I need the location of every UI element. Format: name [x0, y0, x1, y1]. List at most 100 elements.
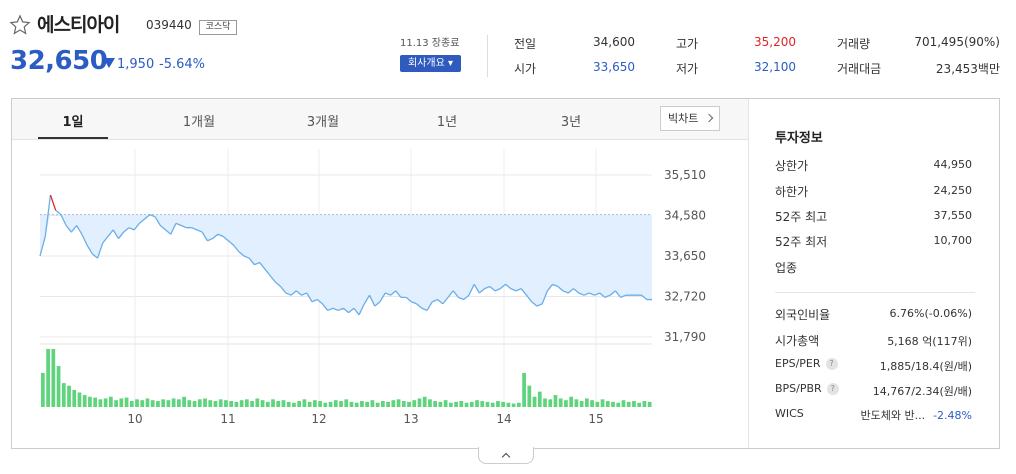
- volume-bar: [490, 402, 495, 407]
- x-tick-label: 15: [588, 412, 603, 426]
- bigchart-label: 빅차트: [668, 112, 699, 125]
- info-value-market-cap: 5,168 억(117위): [887, 335, 972, 348]
- volume-bar: [171, 398, 176, 407]
- volume-bar: [46, 349, 50, 407]
- volume-bar: [532, 396, 537, 407]
- volume-bar: [454, 401, 458, 407]
- volume-bar: [412, 400, 417, 407]
- quote-label-prev-close: 전일: [514, 37, 537, 51]
- volume-bar: [323, 402, 328, 407]
- stock-code: 039440: [146, 18, 192, 32]
- volume-bar: [469, 401, 474, 407]
- volume-bar: [396, 399, 401, 407]
- y-tick-label: 34,580: [664, 209, 706, 223]
- tab-1month[interactable]: 1개월: [159, 111, 239, 130]
- volume-bar: [208, 400, 213, 407]
- volume-bar: [56, 366, 61, 407]
- volume-bar: [428, 399, 432, 407]
- active-tab-indicator: [38, 137, 108, 139]
- volume-bar: [417, 398, 422, 407]
- volume-bar: [370, 400, 375, 407]
- volume-bar: [203, 398, 207, 407]
- y-tick-label: 35,510: [664, 168, 706, 182]
- volume-bar: [422, 396, 427, 407]
- volume-bar: [459, 401, 464, 407]
- tab-3year[interactable]: 3년: [531, 111, 611, 130]
- tab-1day[interactable]: 1일: [33, 111, 113, 130]
- volume-bar: [579, 401, 584, 407]
- volume-bar: [124, 397, 129, 407]
- volume-bar: [51, 349, 56, 407]
- volume-bar: [433, 401, 438, 407]
- volume-bar: [61, 383, 66, 407]
- volume-bar: [239, 400, 244, 407]
- volume-bar: [375, 402, 380, 407]
- y-tick-label: 32,720: [664, 290, 706, 304]
- volume-bar: [255, 398, 260, 407]
- bigchart-button[interactable]: 빅차트: [660, 106, 720, 131]
- company-overview-button[interactable]: 회사개요 ▾: [400, 55, 461, 72]
- favorite-star-icon[interactable]: [9, 14, 31, 36]
- volume-bar: [98, 399, 103, 407]
- quote-value-prev-close: 34,600: [593, 35, 635, 49]
- volume-bar: [506, 402, 511, 407]
- quote-value-amount: 23,453백만: [935, 62, 1000, 76]
- volume-bar: [569, 396, 574, 407]
- volume-bar: [297, 401, 302, 407]
- volume-bar: [313, 400, 317, 407]
- wics-sector-name[interactable]: 반도체와 반...: [860, 409, 925, 422]
- volume-bar: [642, 401, 647, 407]
- info-label-eps-per: EPS/PER?: [775, 357, 838, 370]
- volume-bar: [537, 391, 542, 407]
- volume-bar: [103, 398, 108, 407]
- volume-bar: [177, 399, 181, 407]
- volume-bar: [119, 398, 124, 407]
- volume-bar: [224, 400, 228, 407]
- quote-value-open: 33,650: [593, 60, 635, 74]
- y-tick-label: 31,790: [664, 330, 706, 344]
- volume-bar: [381, 401, 385, 407]
- volume-bar: [140, 400, 145, 407]
- price-line-up: [49, 194, 57, 211]
- x-tick-label: 14: [496, 412, 511, 426]
- volume-bar: [318, 401, 322, 407]
- info-label-market-cap: 시가총액: [775, 334, 820, 348]
- volume-bar: [626, 401, 631, 407]
- volume-bar: [161, 399, 166, 407]
- tab-3month[interactable]: 3개월: [283, 111, 363, 130]
- info-value-52w-high: 37,550: [933, 209, 973, 222]
- down-arrow-icon: [103, 58, 115, 68]
- info-value-lower-limit: 24,250: [933, 184, 973, 197]
- chevron-up-icon: [501, 452, 511, 462]
- volume-bar: [245, 399, 249, 407]
- info-title: 투자정보: [775, 131, 823, 146]
- quote-label-high: 고가: [676, 37, 699, 51]
- volume-bar: [234, 401, 239, 407]
- volume-bar: [605, 401, 610, 407]
- info-value-wics[interactable]: 반도체와 반... -2.48%: [860, 407, 972, 423]
- volume-bar: [401, 401, 406, 407]
- volume-bar: [145, 398, 150, 407]
- x-tick-label: 12: [311, 412, 326, 426]
- volume-bar: [218, 399, 223, 407]
- tab-1year[interactable]: 1년: [407, 111, 487, 130]
- volume-bar: [150, 400, 155, 407]
- help-icon[interactable]: ?: [825, 358, 838, 370]
- info-value-bps-pbr: 14,767/2.34(원/배): [872, 385, 972, 398]
- intraday-chart: 35,510 34,580 33,650 32,720 31,790 10 11 12 13 14…: [39, 149, 706, 426]
- market-badge: 코스닥: [199, 20, 237, 35]
- volume-bar: [328, 401, 333, 407]
- volume-bar: [553, 395, 558, 407]
- volume-bar: [271, 399, 275, 407]
- collapse-button[interactable]: [478, 447, 534, 464]
- volume-bar: [511, 403, 516, 407]
- volume-bar: [276, 401, 281, 407]
- volume-bar: [449, 402, 453, 407]
- volume-bar: [339, 401, 343, 407]
- volume-bar: [548, 399, 553, 407]
- stock-name: 에스티아이: [37, 14, 120, 36]
- volume-bar: [590, 400, 594, 407]
- info-value-52w-low: 10,700: [933, 234, 973, 247]
- help-icon[interactable]: ?: [826, 383, 839, 395]
- volume-bar: [72, 389, 77, 407]
